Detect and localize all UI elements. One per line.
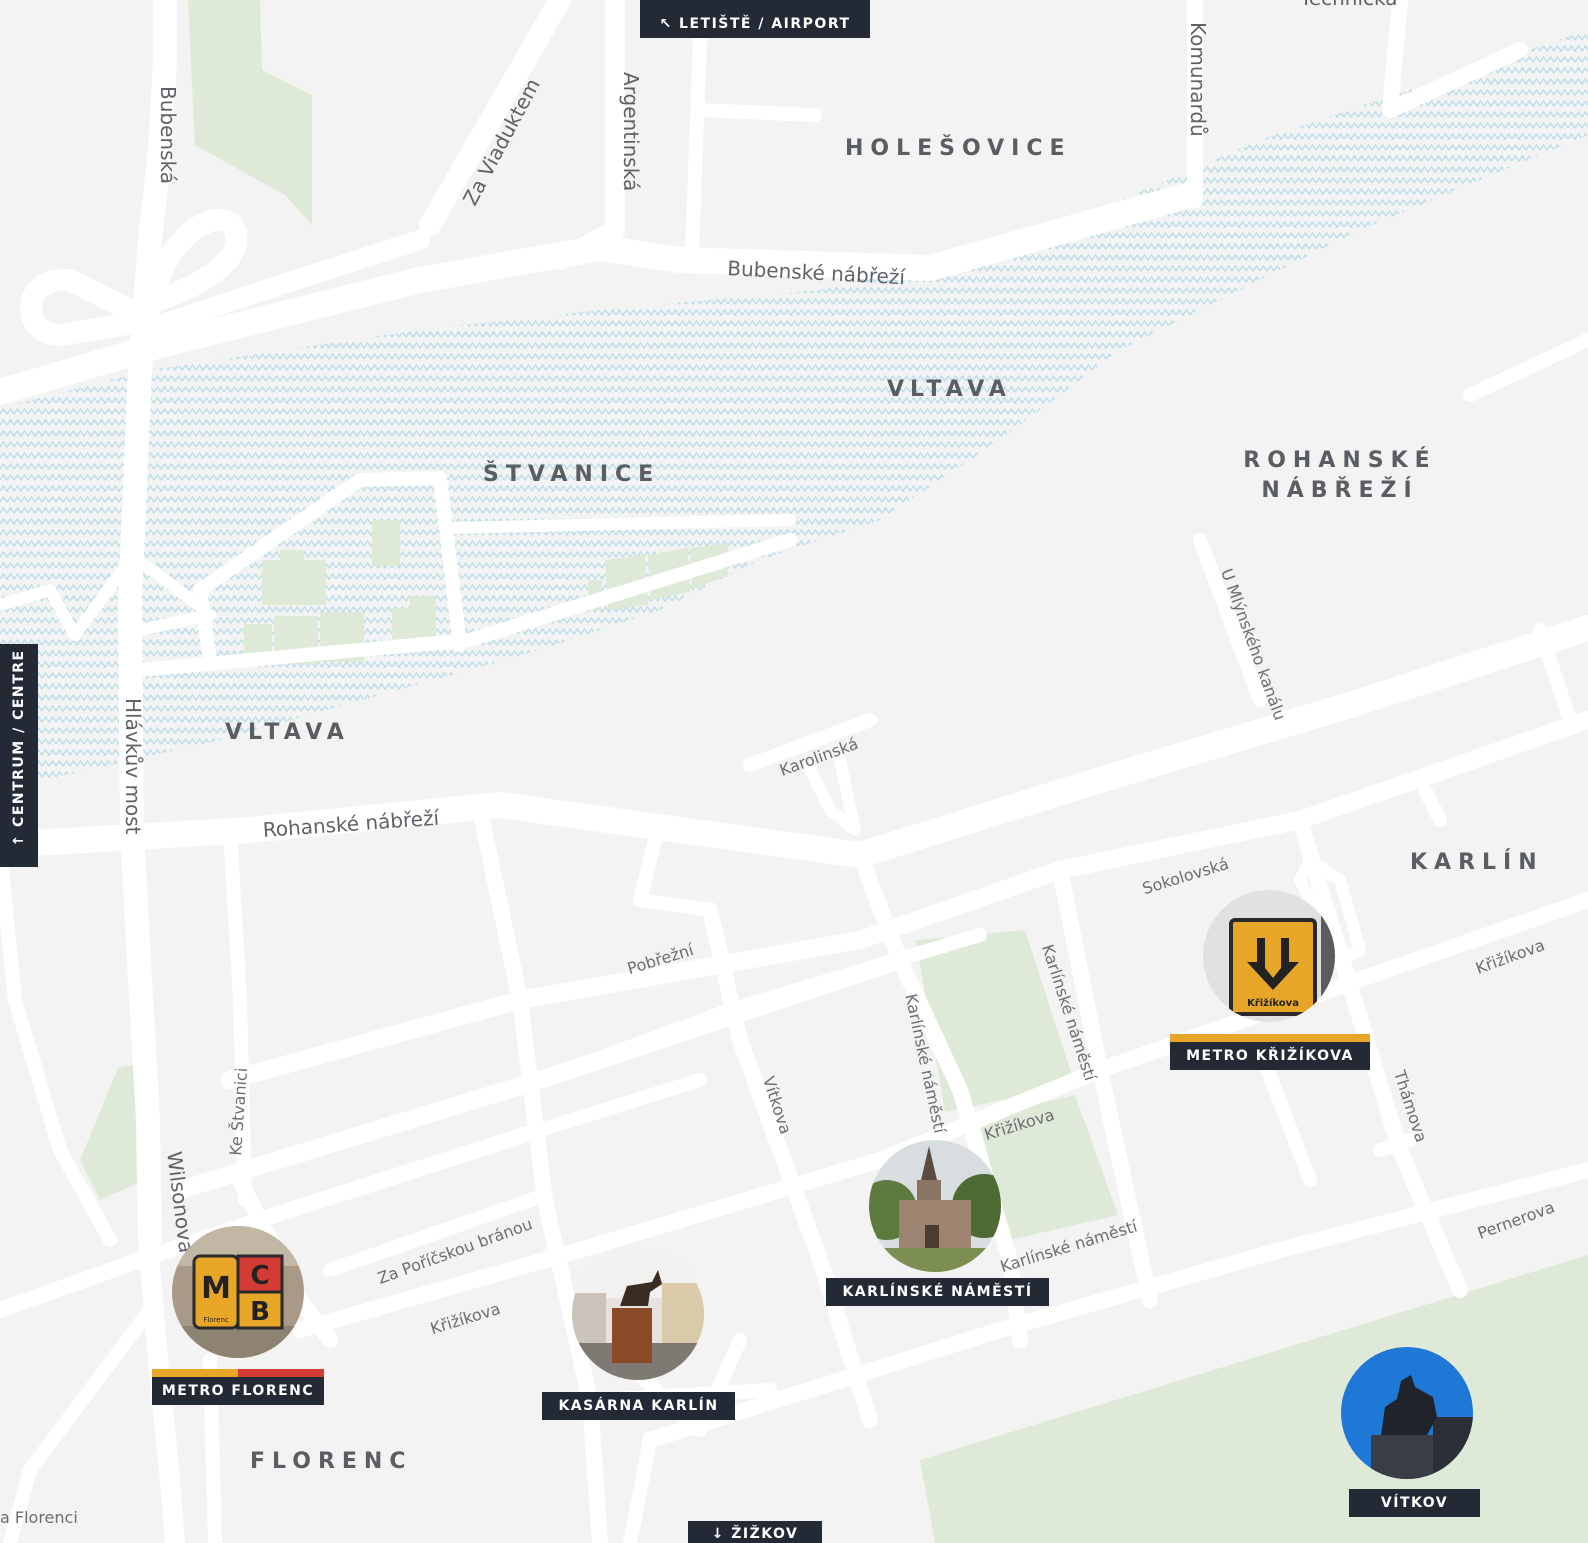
poi-label-kasarna-karlin[interactable]: KASÁRNA KARLÍN xyxy=(542,1392,735,1420)
metro-florenc-sign-icon: M C B Florenc xyxy=(172,1226,304,1358)
map[interactable]: HOLEŠOVICE ŠTVANICE ROHANSKÉ NÁBŘEŽÍ KAR… xyxy=(0,0,1588,1543)
poi-photo-vitkov[interactable] xyxy=(1341,1347,1473,1479)
poi-photo-metro-krizikova[interactable]: Křižíkova xyxy=(1203,890,1335,1022)
poi-photo-metro-florenc[interactable]: M C B Florenc xyxy=(172,1226,304,1358)
sign-letter-m: M xyxy=(201,1271,231,1306)
river-label-vltava: VLTAVA xyxy=(887,377,1012,402)
sign-letter-b: B xyxy=(250,1297,270,1327)
poi-label-karlinske-namesti[interactable]: KARLÍNSKÉ NÁMĚSTÍ xyxy=(826,1278,1049,1306)
street-bubenska: Bubenská xyxy=(156,86,180,184)
metro-line-b-stripe xyxy=(152,1369,238,1377)
poi-label-metro-krizikova[interactable]: METRO KŘIŽÍKOVA xyxy=(1170,1042,1370,1070)
metro-line-c-stripe xyxy=(238,1369,324,1377)
arrow-up-icon: ↑ xyxy=(11,833,27,847)
street-na-florenci: a Florenci xyxy=(0,1508,78,1527)
sign-letter-c: C xyxy=(250,1261,269,1291)
sign-text-florenc: Florenc xyxy=(203,1316,229,1324)
poi-photo-kasarna-karlin[interactable] xyxy=(572,1248,704,1380)
district-rohanske-line2: NÁBŘEŽÍ xyxy=(1261,478,1419,503)
nav-airport[interactable]: ↖ LETIŠTĚ / AIRPORT xyxy=(640,0,870,38)
street-argentinska: Argentinská xyxy=(619,72,643,192)
sign-text-krizikova: Křižíkova xyxy=(1247,997,1299,1009)
poi-photo-karlinske-namesti[interactable] xyxy=(869,1140,1001,1272)
nav-airport-label: LETIŠTĚ / AIRPORT xyxy=(679,16,851,32)
poi-label-metro-florenc[interactable]: METRO FLORENC xyxy=(152,1377,324,1405)
street-hlavkuv-most: Hlávkův most xyxy=(121,698,145,835)
metro-krizikova-sign-icon: Křižíkova xyxy=(1203,890,1335,1022)
district-florenc: FLORENC xyxy=(250,1449,413,1474)
kasarna-karlin-photo-icon xyxy=(572,1248,704,1380)
arrow-up-left-icon: ↖ xyxy=(659,16,673,32)
district-rohanske-nabrezi: ROHANSKÉ NÁBŘEŽÍ xyxy=(1240,446,1440,506)
district-karlin: KARLÍN xyxy=(1410,850,1544,875)
street-komunardu: Komunardů xyxy=(1186,22,1210,137)
district-stvanice: ŠTVANICE xyxy=(483,462,661,487)
vitkov-monument-icon xyxy=(1341,1347,1473,1479)
poi-label-vitkov[interactable]: VÍTKOV xyxy=(1349,1489,1480,1517)
nav-zizkov-label: ŽIŽKOV xyxy=(731,1526,799,1542)
river-label-vltava-lower: VLTAVA xyxy=(225,720,350,745)
nav-centre-content: ↑ CENTRUM / CENTRE xyxy=(5,638,33,858)
district-rohanske-line1: ROHANSKÉ xyxy=(1243,448,1437,473)
nav-zizkov[interactable]: ↓ ŽIŽKOV xyxy=(688,1521,822,1543)
arrow-down-icon: ↓ xyxy=(711,1526,725,1542)
metro-line-b-stripe-krizikova xyxy=(1170,1034,1370,1042)
karlinske-namesti-church-icon xyxy=(869,1140,1001,1272)
street-technicka: Technická xyxy=(1300,0,1398,10)
nav-centre-label: CENTRUM / CENTRE xyxy=(11,649,27,827)
district-holesovice: HOLEŠOVICE xyxy=(845,136,1072,161)
nav-centre[interactable]: ↑ CENTRUM / CENTRE xyxy=(0,644,38,867)
